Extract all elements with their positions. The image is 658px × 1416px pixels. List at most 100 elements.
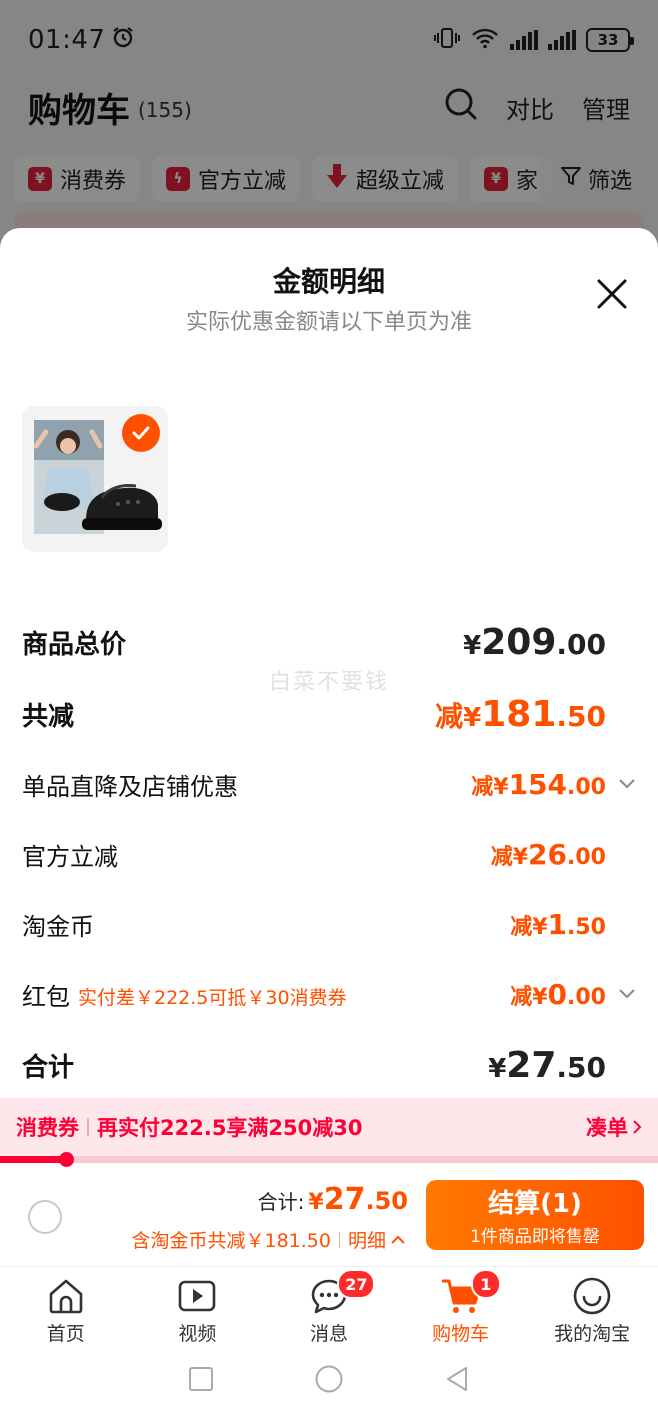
- tab-my-taobao[interactable]: 我的淘宝: [526, 1267, 658, 1346]
- amount-int: 154: [508, 767, 568, 801]
- reduce-prefix: 减: [435, 699, 464, 733]
- tao-coin-value: 减 ¥ 1 .50: [510, 908, 606, 941]
- amount-int: 27: [323, 1182, 366, 1217]
- currency: ¥: [532, 914, 548, 940]
- divider: [338, 1231, 340, 1248]
- row-label: 共减: [22, 701, 75, 732]
- coupon-tag: 消费券: [16, 1116, 79, 1140]
- red-packet-hint: 实付差￥222.5可抵￥30消费券: [78, 986, 347, 1009]
- row-label: 单品直降及店铺优惠: [22, 772, 238, 801]
- watermark: 白菜不要钱: [268, 670, 389, 695]
- coupon-text: 再实付222.5享满250减30: [97, 1116, 363, 1140]
- sheet-subtitle: 实际优惠金额请以下单页为准: [185, 310, 472, 335]
- chevron-up-icon: [391, 1235, 405, 1244]
- discount-text: 含淘金币共减￥181.50: [131, 1230, 331, 1252]
- tab-label: 购物车: [432, 1323, 490, 1345]
- close-icon[interactable]: [596, 278, 628, 310]
- product-thumbnail[interactable]: [22, 406, 168, 552]
- coupon-bar: 消费券 再实付222.5享满250减30 凑单: [0, 1098, 658, 1156]
- sum-value: ¥ 27 .50: [488, 1045, 606, 1086]
- red-packet-value: 减 ¥ 0 .00: [510, 978, 606, 1011]
- currency: ¥: [488, 1053, 507, 1084]
- system-nav-bar: [0, 1346, 658, 1416]
- tab-label: 首页: [46, 1323, 85, 1345]
- row-label: 商品总价: [22, 629, 127, 660]
- checkout-bar: 合计: ¥ 27 .50 含淘金币共减￥181.50 明细 结算(1) 1件商品…: [0, 1170, 658, 1264]
- overlay-dim[interactable]: [0, 0, 658, 260]
- checkout-label: 结算(1): [488, 1189, 582, 1219]
- amount-dec: .50: [556, 699, 606, 733]
- row-official-reduce: 官方立减 减 ¥ 26 .00: [22, 836, 636, 872]
- chevron-down-icon[interactable]: [610, 778, 636, 790]
- currency: ¥: [308, 1190, 324, 1215]
- row-red-packet[interactable]: 红包 实付差￥222.5可抵￥30消费券 减 ¥ 0 .00: [22, 976, 636, 1012]
- chevron-down-icon[interactable]: [610, 988, 636, 1000]
- amount-dec: .00: [556, 627, 606, 661]
- tab-label: 视频: [178, 1323, 217, 1345]
- back-icon[interactable]: [444, 1365, 470, 1397]
- row-tao-coin: 淘金币 减 ¥ 1 .50: [22, 906, 636, 942]
- coupon-progress: [0, 1152, 658, 1167]
- currency: ¥: [463, 702, 482, 733]
- reduce-prefix: 减: [510, 914, 533, 940]
- chevron-right-icon: [633, 1120, 642, 1134]
- checkout-button[interactable]: 结算(1) 1件商品即将售罄: [426, 1180, 644, 1250]
- row-sum: 合计 ¥ 27 .50: [22, 1044, 636, 1086]
- select-all-checkbox[interactable]: [28, 1200, 62, 1234]
- amount-int: 181: [481, 693, 557, 735]
- cart-badge: 1: [470, 1269, 501, 1299]
- amount-dec: .00: [567, 984, 606, 1010]
- row-label: 合计: [22, 1052, 75, 1083]
- discount-summary: 含淘金币共减￥181.50 明细: [132, 1226, 407, 1253]
- video-icon: [175, 1275, 219, 1317]
- reduce-prefix: 减: [510, 984, 533, 1010]
- amount-dec: .50: [556, 1050, 606, 1084]
- selected-check-icon[interactable]: [122, 414, 160, 452]
- detail-label: 明细: [347, 1230, 386, 1252]
- checkout-total: 合计: ¥ 27 .50: [258, 1182, 408, 1217]
- recents-icon[interactable]: [188, 1366, 214, 1396]
- reduce-prefix: 减: [471, 774, 494, 800]
- tab-messages[interactable]: 27 消息: [263, 1267, 395, 1346]
- official-reduce-value: 减 ¥ 26 .00: [491, 838, 606, 871]
- shop-discount-value: 减 ¥ 154 .00: [471, 768, 606, 801]
- sheet-title: 金额明细: [272, 265, 385, 298]
- amount-dec: .00: [567, 844, 606, 870]
- total-label: 合计:: [257, 1190, 305, 1214]
- currency: ¥: [532, 984, 548, 1010]
- smile-icon: [570, 1275, 614, 1317]
- currency: ¥: [493, 774, 509, 800]
- home-nav-icon[interactable]: [314, 1364, 344, 1398]
- message-badge: 27: [337, 1269, 376, 1299]
- amount-int: 26: [528, 837, 568, 871]
- amount-int: 1: [547, 907, 568, 941]
- total-reduce-value: 减 ¥ 181 .50: [435, 694, 606, 735]
- tab-video[interactable]: 视频: [132, 1267, 264, 1346]
- tab-cart[interactable]: 1 购物车: [395, 1267, 527, 1346]
- divider: [87, 1118, 89, 1136]
- tab-label: 我的淘宝: [554, 1323, 631, 1345]
- detail-toggle[interactable]: 明细: [348, 1226, 406, 1253]
- total-value: ¥ 27 .50: [308, 1182, 408, 1217]
- amount-int: 27: [506, 1044, 557, 1086]
- add-items-label: 凑单: [586, 1116, 628, 1140]
- row-label: 淘金币: [22, 912, 94, 941]
- currency: ¥: [512, 844, 529, 870]
- row-total-reduce: 共减 减 ¥ 181 .50: [22, 694, 636, 735]
- amount-int: 209: [481, 621, 557, 663]
- coupon-progress-fill: [0, 1156, 66, 1163]
- tab-label: 消息: [309, 1323, 348, 1345]
- home-icon: [44, 1275, 88, 1317]
- amount-dec: .50: [567, 914, 606, 940]
- amount-dec: .50: [365, 1187, 408, 1215]
- bottom-tab-bar: 首页 视频 27 消息 1 购物车 我的淘宝: [0, 1266, 658, 1346]
- reduce-prefix: 减: [490, 844, 513, 870]
- checkout-sublabel: 1件商品即将售罄: [470, 1227, 600, 1247]
- coupon-progress-dot: [58, 1152, 74, 1167]
- add-items-link[interactable]: 凑单: [586, 1112, 642, 1142]
- row-shop-discount[interactable]: 单品直降及店铺优惠 减 ¥ 154 .00: [22, 766, 636, 802]
- row-label: 官方立减: [22, 842, 118, 871]
- amount-dec: .00: [567, 774, 606, 800]
- amount-int: 0: [547, 977, 568, 1011]
- tab-home[interactable]: 首页: [0, 1267, 132, 1346]
